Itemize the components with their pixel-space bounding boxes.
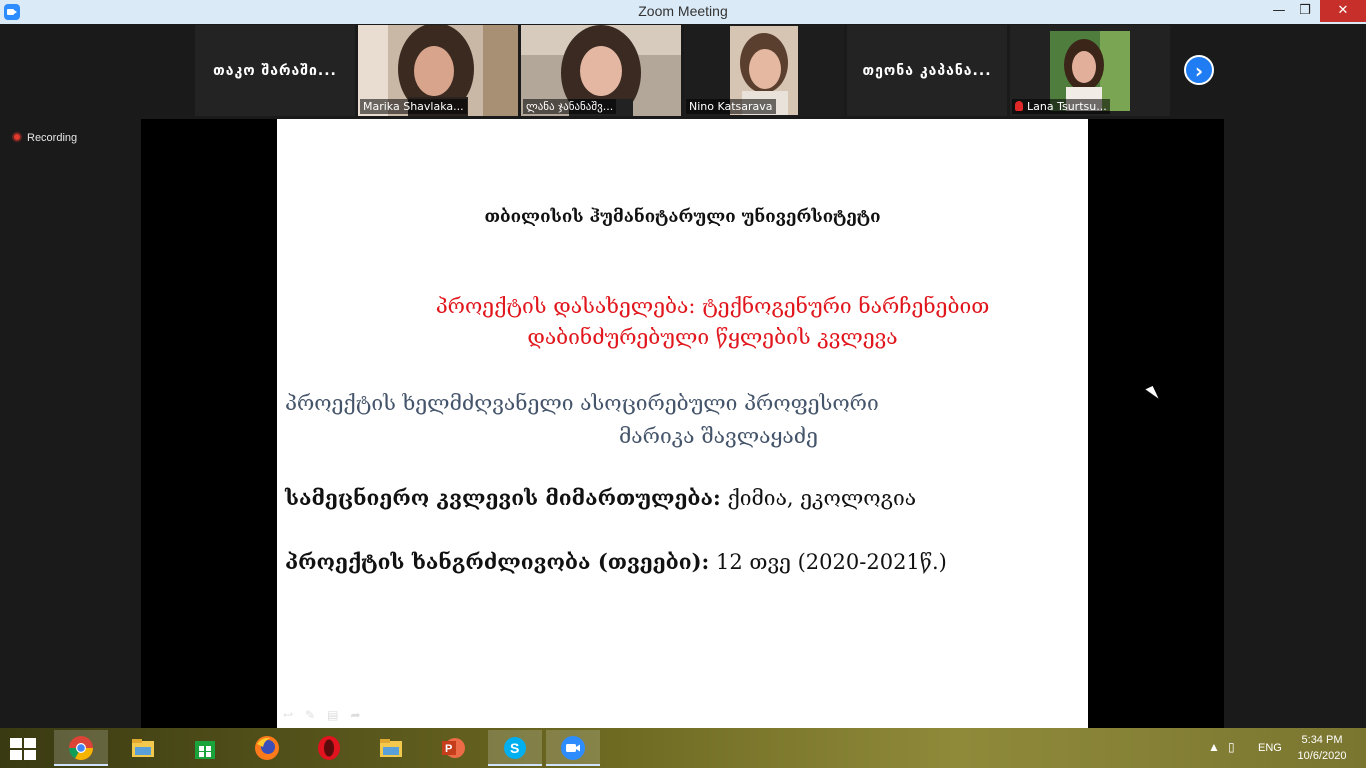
slide-duration: პროექტის ხანგრძლივობა (თვეები): 12 თვე (…	[285, 549, 947, 574]
slide-university: თბილისის ჰუმანიტარული უნივერსიტეტი	[484, 207, 881, 227]
participant-tile[interactable]: ლანა ჯანანაშვ...	[521, 25, 681, 116]
participant-label: ლანა ჯანანაშვ...	[523, 99, 617, 114]
title-bar: Zoom Meeting — ❒ ✕	[0, 0, 1366, 25]
slide-duration-value: 12 თვე (2020-2021წ.)	[709, 550, 947, 574]
windows-start-icon[interactable]	[10, 738, 38, 760]
clock-time: 5:34 PM	[1301, 734, 1343, 746]
back-arrow-icon[interactable]: ↩	[283, 708, 305, 722]
recording-label: Recording	[27, 132, 78, 144]
participant-tile[interactable]: თეონა კაპანა...	[847, 25, 1007, 116]
svg-text:S: S	[510, 740, 519, 756]
clock[interactable]: 5:34 PM 10/6/2020	[1290, 732, 1354, 764]
language-indicator[interactable]: ENG	[1258, 742, 1282, 754]
slide-leader-line1: პროექტის ხელმძღვანელი ასოცირებული პროფეს…	[285, 391, 879, 415]
taskbar-skype[interactable]: S	[488, 730, 542, 766]
slide-title-line2: დაბინძურებული წყლების კვლევა	[527, 325, 898, 349]
close-button[interactable]: ✕	[1320, 0, 1366, 22]
zoom-icon	[561, 736, 585, 760]
power-icon[interactable]: ▯	[1228, 740, 1235, 754]
participant-label: Lana Tsurtsu...	[1012, 99, 1110, 114]
muted-mic-icon	[1015, 101, 1023, 111]
participant-label: Nino Katsarava	[686, 99, 776, 114]
participant-name: თაკო შარაში...	[213, 63, 337, 79]
participant-tile-active-speaker[interactable]: Nino Katsarava	[684, 25, 844, 116]
firefox-icon	[255, 736, 279, 760]
slide-leader: პროექტის ხელმძღვანელი ასოცირებული პროფეს…	[285, 387, 985, 453]
folder-icon	[380, 739, 402, 757]
participant-name: თეონა კაპანა...	[862, 63, 992, 79]
participant-tile[interactable]: თაკო შარაში...	[195, 25, 355, 116]
pen-icon[interactable]: ✎	[305, 708, 327, 722]
slide-leader-line2: მარიკა შავლაყაძე	[619, 424, 818, 448]
presentation-slide: თბილისის ჰუმანიტარული უნივერსიტეტი პროექ…	[277, 119, 1088, 728]
maximize-button[interactable]: ❒	[1290, 0, 1320, 22]
taskbar-chrome[interactable]	[54, 730, 108, 766]
participant-tile[interactable]: Lana Tsurtsu...	[1010, 25, 1170, 116]
participant-label: Marika Shavlaka...	[360, 99, 467, 114]
slide-field-label: სამეცნიერო კვლევის მიმართულება:	[285, 485, 721, 510]
slide-project-title: პროექტის დასახელება: ტექნოგენური ნარჩენე…	[337, 291, 1088, 353]
taskbar-zoom[interactable]	[546, 730, 600, 766]
folder-icon	[132, 739, 154, 757]
powerpoint-icon: P	[442, 738, 465, 758]
shared-screen: თბილისის ჰუმანიტარული უნივერსიტეტი პროექ…	[141, 119, 1224, 728]
slide-field: სამეცნიერო კვლევის მიმართულება: ქიმია, ე…	[285, 485, 916, 510]
skype-icon: S	[504, 737, 526, 759]
chrome-icon	[69, 736, 93, 761]
taskbar-file-explorer-2[interactable]	[364, 730, 418, 766]
store-icon	[195, 741, 215, 759]
taskbar-powerpoint[interactable]: P	[426, 730, 480, 766]
taskbar-file-explorer[interactable]	[116, 730, 170, 766]
slide-title-line1: პროექტის დასახელება: ტექნოგენური ნარჩენე…	[435, 294, 990, 318]
slide-toolbar[interactable]: ↩✎▤➦	[283, 708, 373, 722]
window-title: Zoom Meeting	[638, 3, 728, 19]
taskbar-opera[interactable]	[302, 730, 356, 766]
meeting-area: თაკო შარაში... Marika Shavlaka... ლანა ჯ…	[0, 24, 1366, 728]
taskbar-firefox[interactable]	[240, 730, 294, 766]
clock-date: 10/6/2020	[1297, 750, 1347, 762]
slide-field-value: ქიმია, ეკოლოგია	[720, 486, 917, 510]
menu-icon[interactable]: ▤	[327, 708, 350, 722]
forward-arrow-icon[interactable]: ➦	[350, 708, 372, 722]
taskbar-store[interactable]	[178, 730, 232, 766]
taskbar: P S ▲ ▯ ENG 5:34 PM 10/6/2020	[0, 728, 1366, 768]
participant-label-text: Lana Tsurtsu...	[1027, 100, 1107, 113]
svg-text:P: P	[445, 743, 452, 755]
show-hidden-icons-chevron-up-icon[interactable]: ▲	[1208, 740, 1220, 754]
opera-icon	[318, 736, 340, 760]
participant-tile[interactable]: Marika Shavlaka...	[358, 25, 518, 116]
recording-indicator[interactable]: Recording	[12, 132, 77, 144]
slide-duration-label: პროექტის ხანგრძლივობა (თვეები):	[285, 549, 710, 574]
record-dot-icon	[12, 132, 22, 142]
next-page-chevron-right-icon[interactable]: ›	[1184, 55, 1214, 85]
